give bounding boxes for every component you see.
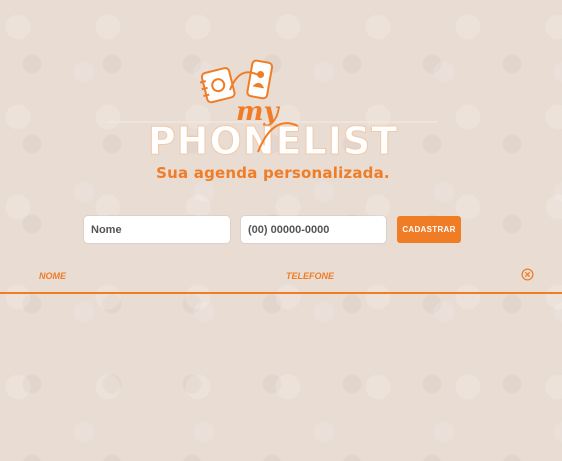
register-button[interactable]: CADASTRAR: [397, 216, 461, 243]
phonelist-logo: my PHONELIST: [108, 59, 438, 164]
contact-form: CADASTRAR: [84, 216, 464, 246]
notebook-icon: [199, 67, 236, 104]
name-input[interactable]: [84, 216, 230, 243]
phone-icon: [246, 59, 274, 100]
logo-wordmark: PHONELIST: [148, 119, 398, 163]
tagline: Sua agenda personalizada.: [156, 164, 390, 182]
close-circle-icon[interactable]: [521, 268, 534, 281]
logo: my PHONELIST Sua agenda personalizada.: [108, 54, 438, 194]
column-name-header: NOME: [39, 271, 66, 281]
table-header: NOME TELEFONE: [0, 268, 562, 292]
table-divider: [0, 292, 562, 294]
phone-input[interactable]: [241, 216, 386, 243]
column-phone-header: TELEFONE: [286, 271, 335, 281]
